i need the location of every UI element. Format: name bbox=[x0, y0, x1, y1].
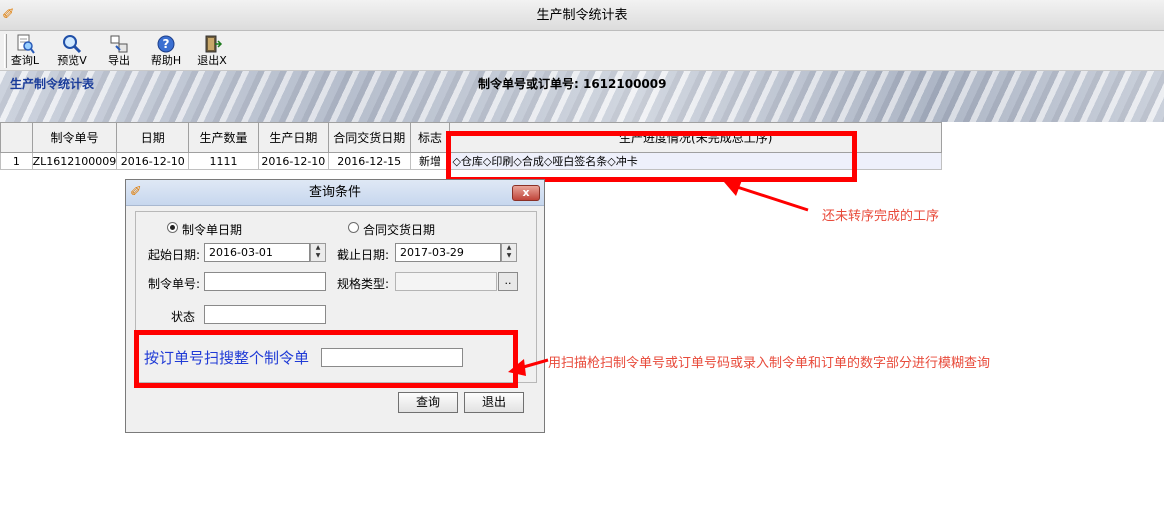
help-icon: ? bbox=[157, 35, 175, 53]
column-header-date[interactable]: 日期 bbox=[116, 122, 190, 153]
exit-button-label: 退出X bbox=[197, 54, 227, 67]
spin-up-icon: ▲ bbox=[315, 244, 321, 251]
cell-order-no[interactable]: ZL1612100009 bbox=[31, 152, 118, 170]
annotation-scan-hint: 用扫描枪扫制令单号或订单号码或录入制令单和订单的数字部分进行模糊查询 bbox=[548, 356, 991, 371]
column-header-quantity[interactable]: 生产数量 bbox=[188, 122, 259, 153]
spin-down-icon: ▼ bbox=[315, 252, 321, 259]
start-date-label: 起始日期: bbox=[148, 248, 201, 262]
cell-quantity[interactable]: 1111 bbox=[188, 152, 259, 170]
export-button-label: 导出 bbox=[108, 54, 130, 67]
close-icon: x bbox=[522, 186, 530, 199]
report-title: 生产制令统计表 bbox=[10, 77, 95, 91]
report-banner: 生产制令统计表 制令单号或订单号: 1612100009 bbox=[0, 71, 1164, 122]
dialog-title: 查询条件 bbox=[308, 185, 361, 200]
svg-text:?: ? bbox=[163, 37, 170, 51]
export-icon bbox=[110, 35, 128, 53]
annotation-unfinished: 还未转序完成的工序 bbox=[822, 209, 940, 224]
column-header-flag[interactable]: 标志 bbox=[409, 122, 451, 153]
exit-button[interactable]: 退出X bbox=[192, 33, 232, 69]
window-titlebar: ✐ 生产制令统计表 bbox=[0, 0, 1164, 31]
exit-door-icon bbox=[205, 35, 223, 53]
progress-highlight-box bbox=[446, 131, 857, 182]
preview-button-label: 预览V bbox=[57, 54, 87, 67]
cell-production-date[interactable]: 2016-12-10 bbox=[257, 152, 329, 170]
radio-order-date[interactable] bbox=[167, 222, 178, 233]
window-title: 生产制令统计表 bbox=[536, 8, 628, 23]
end-date-spinner[interactable]: ▲ ▼ bbox=[501, 243, 517, 262]
document-search-icon bbox=[17, 34, 35, 54]
dialog-query-button[interactable]: 查询 bbox=[398, 392, 458, 413]
spin-up-icon: ▲ bbox=[506, 244, 512, 251]
column-header-index[interactable] bbox=[0, 122, 33, 153]
cell-date[interactable]: 2016-12-10 bbox=[116, 152, 190, 170]
scan-highlight-box bbox=[134, 330, 518, 388]
order-no-label: 制令单号: bbox=[148, 277, 201, 291]
help-button[interactable]: ? 帮助H bbox=[146, 33, 186, 69]
arrow-icon bbox=[724, 180, 809, 212]
dialog-titlebar[interactable]: ✐ 查询条件 x bbox=[126, 180, 544, 206]
query-button[interactable]: 查询L bbox=[5, 33, 45, 69]
column-header-delivery-date[interactable]: 合同交货日期 bbox=[327, 122, 411, 153]
column-header-order-no[interactable]: 制令单号 bbox=[31, 122, 118, 153]
preview-button[interactable]: 预览V bbox=[52, 33, 92, 69]
radio-contract-date-label[interactable]: 合同交货日期 bbox=[363, 221, 435, 238]
query-button-label: 查询L bbox=[10, 54, 40, 67]
dialog-close-button[interactable]: x bbox=[512, 185, 540, 201]
cell-flag[interactable]: 新增 bbox=[409, 152, 451, 170]
order-no-field[interactable] bbox=[204, 272, 326, 291]
query-dialog: ✐ 查询条件 x 制令单日期 合同交货日期 起始日期: 2016-03-01 ▲… bbox=[125, 179, 545, 433]
spec-type-field[interactable] bbox=[395, 272, 497, 291]
start-date-field[interactable]: 2016-03-01 bbox=[204, 243, 310, 262]
help-button-label: 帮助H bbox=[150, 54, 182, 67]
radio-contract-date[interactable] bbox=[348, 222, 359, 233]
cell-delivery-date[interactable]: 2016-12-15 bbox=[327, 152, 411, 170]
radio-order-date-label[interactable]: 制令单日期 bbox=[182, 221, 242, 238]
end-date-field[interactable]: 2017-03-29 bbox=[395, 243, 501, 262]
dialog-exit-button[interactable]: 退出 bbox=[464, 392, 524, 413]
spec-browse-button[interactable]: .. bbox=[498, 272, 518, 291]
spin-down-icon: ▼ bbox=[506, 252, 512, 259]
end-date-label: 截止日期: bbox=[337, 248, 390, 262]
status-label: 状态 bbox=[171, 310, 196, 324]
cell-index[interactable]: 1 bbox=[0, 152, 33, 170]
spec-type-label: 规格类型: bbox=[337, 277, 390, 291]
toolbar: 查询L 预览V 导出 ? 帮助H 退出X bbox=[0, 31, 1164, 71]
magnifier-icon bbox=[63, 35, 82, 54]
filter-caption: 制令单号或订单号: 1612100009 bbox=[478, 77, 667, 91]
export-button[interactable]: 导出 bbox=[99, 33, 139, 69]
status-field[interactable] bbox=[204, 305, 326, 324]
arrow-icon bbox=[508, 358, 549, 376]
start-date-spinner[interactable]: ▲ ▼ bbox=[310, 243, 326, 262]
column-header-production-date[interactable]: 生产日期 bbox=[257, 122, 329, 153]
